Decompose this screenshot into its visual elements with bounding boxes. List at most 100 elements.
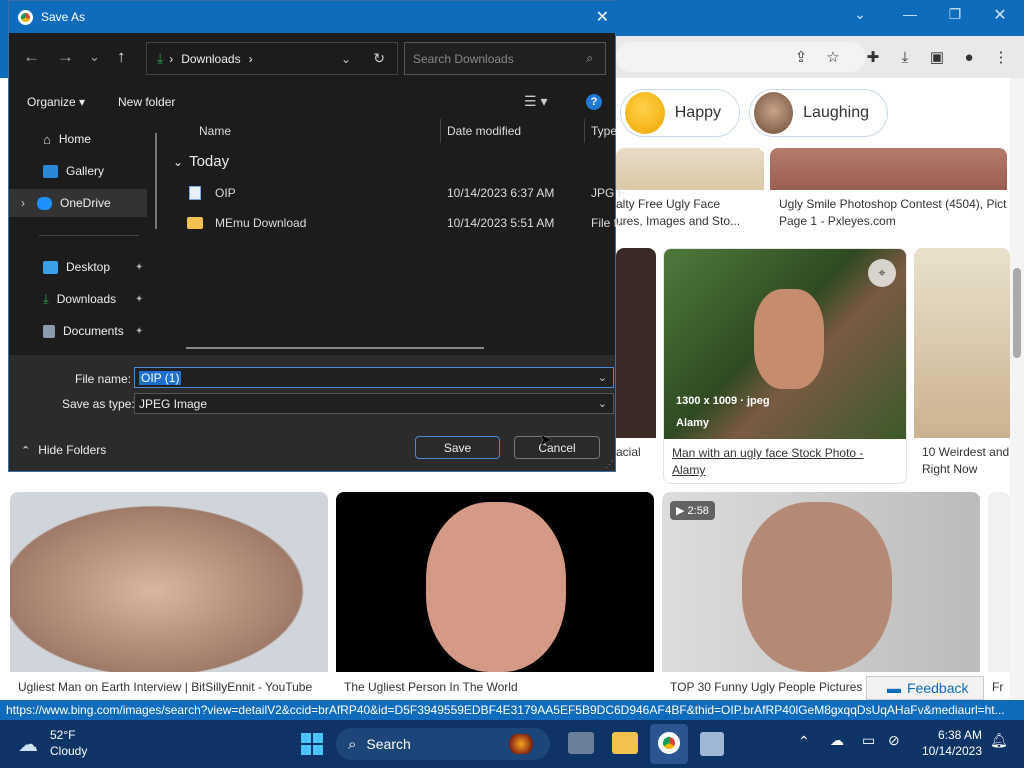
emoji-avatar: [625, 92, 665, 134]
result-image: [988, 492, 1010, 672]
result-card[interactable]: 10 Weirdest and Right Now: [914, 248, 1010, 484]
visual-search-icon[interactable]: ⌖: [868, 259, 896, 287]
horizontal-scrollbar[interactable]: [186, 347, 484, 349]
nav-downloads[interactable]: ⤓ Downloads ✦: [9, 285, 159, 313]
network-off-icon[interactable]: ⊘: [888, 732, 900, 749]
clock-date[interactable]: 10/14/2023: [916, 744, 982, 758]
hide-folders-toggle[interactable]: ⌃ Hide Folders: [21, 443, 106, 457]
weather-temp[interactable]: 52°F: [50, 728, 75, 742]
file-row[interactable]: OIP 10/14/2023 6:37 AM JPG F: [167, 179, 625, 207]
chip-laughing[interactable]: Laughing: [749, 89, 888, 137]
dialog-close-icon[interactable]: ✕: [596, 7, 609, 27]
result-card[interactable]: alty Free Ugly Face ures, Images and Sto…: [616, 148, 764, 240]
sidepanel-icon[interactable]: ▣: [926, 46, 948, 68]
breadcrumb-item[interactable]: Downloads: [181, 52, 240, 66]
nav-onedrive[interactable]: › OneDrive: [9, 189, 147, 217]
feedback-button[interactable]: ▬ Feedback: [866, 676, 984, 700]
result-card[interactable]: acial: [616, 248, 656, 484]
chip-happy[interactable]: Happy: [620, 89, 740, 137]
nav-scrollbar[interactable]: [155, 133, 157, 229]
result-card[interactable]: Fr: [988, 492, 1010, 700]
minimize-button[interactable]: —: [898, 6, 922, 22]
nav-gallery[interactable]: Gallery: [9, 157, 159, 185]
nav-documents[interactable]: Documents ✦: [9, 317, 159, 345]
file-type: JPG F: [591, 186, 626, 200]
nav-desktop[interactable]: Desktop ✦: [9, 253, 159, 281]
result-card[interactable]: Ugly Smile Photoshop Contest (4504), Pic…: [770, 148, 1007, 240]
address-breadcrumb[interactable]: ⤓ › Downloads › ⌄ ↻: [146, 42, 398, 75]
task-view-icon[interactable]: [568, 732, 594, 754]
extensions-icon[interactable]: ✚: [862, 46, 884, 68]
column-divider[interactable]: [584, 119, 585, 143]
cancel-button[interactable]: Cancel: [514, 436, 600, 459]
pin-icon[interactable]: ✦: [135, 326, 143, 337]
file-date: 10/14/2023 5:51 AM: [447, 216, 555, 230]
image-source-label[interactable]: Alamy: [676, 417, 709, 429]
organize-menu[interactable]: Organize ▾: [27, 95, 85, 109]
chevron-up-icon[interactable]: ⌃: [798, 733, 810, 750]
result-card[interactable]: Ugliest Man on Earth Interview | BitSill…: [10, 492, 328, 700]
notification-bell-icon[interactable]: 🔔︎: [990, 732, 1008, 749]
save-button[interactable]: Save: [415, 436, 500, 459]
search-input[interactable]: Search Downloads ⌕: [404, 42, 606, 75]
taskbar-search[interactable]: ⌕ Search: [336, 728, 550, 760]
clock-time[interactable]: 6:38 AM: [920, 728, 982, 742]
display-tray-icon[interactable]: ▭: [862, 732, 875, 749]
restore-button[interactable]: ❐: [943, 6, 967, 23]
savetype-select[interactable]: JPEG Image ⌄: [134, 393, 614, 414]
help-icon[interactable]: ?: [586, 94, 602, 110]
chrome-taskbar-active[interactable]: [650, 724, 688, 764]
status-url-bar: https://www.bing.com/images/search?view=…: [0, 700, 1024, 720]
download-icon[interactable]: ⤓: [894, 46, 916, 68]
duration-text: 2:58: [687, 505, 709, 517]
column-header-date[interactable]: Date modified: [447, 124, 521, 138]
nav-home[interactable]: ⌂ Home: [9, 125, 159, 153]
file-type: File fo: [591, 216, 624, 230]
weather-desc[interactable]: Cloudy: [50, 744, 87, 758]
column-header-name[interactable]: Name: [199, 124, 231, 138]
column-divider[interactable]: [440, 119, 441, 143]
start-windows-icon[interactable]: [301, 733, 323, 755]
collapse-chevron-icon[interactable]: ⌄: [173, 155, 183, 169]
file-explorer-icon[interactable]: [612, 732, 638, 754]
forward-arrow-icon[interactable]: →: [57, 47, 74, 67]
close-window-button[interactable]: ✕: [988, 5, 1012, 25]
filename-dropdown-icon[interactable]: ⌄: [598, 371, 607, 384]
pin-icon[interactable]: ✦: [135, 262, 143, 273]
share-icon[interactable]: ⇪: [790, 46, 812, 68]
refresh-icon[interactable]: ↻: [373, 50, 385, 67]
new-folder-button[interactable]: New folder: [118, 95, 175, 109]
file-row[interactable]: MEmu Download 10/14/2023 5:51 AM File fo: [167, 209, 624, 237]
scrollbar-thumb[interactable]: [1013, 268, 1021, 358]
recent-chevron-icon[interactable]: ⌄: [89, 49, 100, 65]
savetype-dropdown-icon[interactable]: ⌄: [598, 397, 607, 410]
page-scrollbar[interactable]: [1010, 78, 1024, 700]
result-caption: 10 Weirdest and Right Now: [922, 445, 1010, 476]
pin-icon[interactable]: ✦: [135, 294, 143, 305]
column-header-type[interactable]: Type: [591, 124, 617, 138]
group-header-today[interactable]: ⌄ Today: [173, 153, 229, 170]
filename-input[interactable]: OIP (1) ⌄: [134, 367, 614, 388]
result-card-alamy[interactable]: ⌖ 1300 x 1009 · jpeg Alamy Man with an u…: [663, 248, 907, 484]
view-options-icon[interactable]: ☰ ▾: [524, 93, 547, 110]
menu-kebab-icon[interactable]: ⋮: [990, 46, 1012, 68]
result-card[interactable]: ▶ 2:58 TOP 30 Funny Ugly People Pictures: [662, 492, 980, 700]
file-name: MEmu Download: [215, 216, 307, 230]
address-dropdown-icon[interactable]: ⌄: [341, 52, 351, 66]
back-arrow-icon[interactable]: ←: [23, 47, 40, 67]
bookmark-star-icon[interactable]: ☆: [822, 46, 844, 68]
resize-grip-icon[interactable]: ⋰: [605, 459, 614, 470]
result-caption[interactable]: Man with an ugly face Stock Photo - Alam…: [664, 439, 906, 479]
image-size-label: 1300 x 1009 · jpeg: [676, 395, 770, 407]
chrome-logo-icon: [18, 9, 33, 25]
tab-search-icon[interactable]: ⌄: [848, 6, 872, 23]
result-card[interactable]: The Ugliest Person In The World: [336, 492, 654, 700]
documents-icon: [43, 324, 55, 338]
app-icon[interactable]: [700, 732, 724, 756]
up-arrow-icon[interactable]: ↑: [117, 47, 126, 67]
profile-icon[interactable]: ●: [958, 46, 980, 68]
onedrive-tray-icon[interactable]: ☁: [830, 732, 844, 749]
nav-label: OneDrive: [60, 196, 111, 210]
dialog-title: Save As: [41, 10, 86, 24]
expand-chevron-icon[interactable]: ›: [21, 196, 25, 210]
